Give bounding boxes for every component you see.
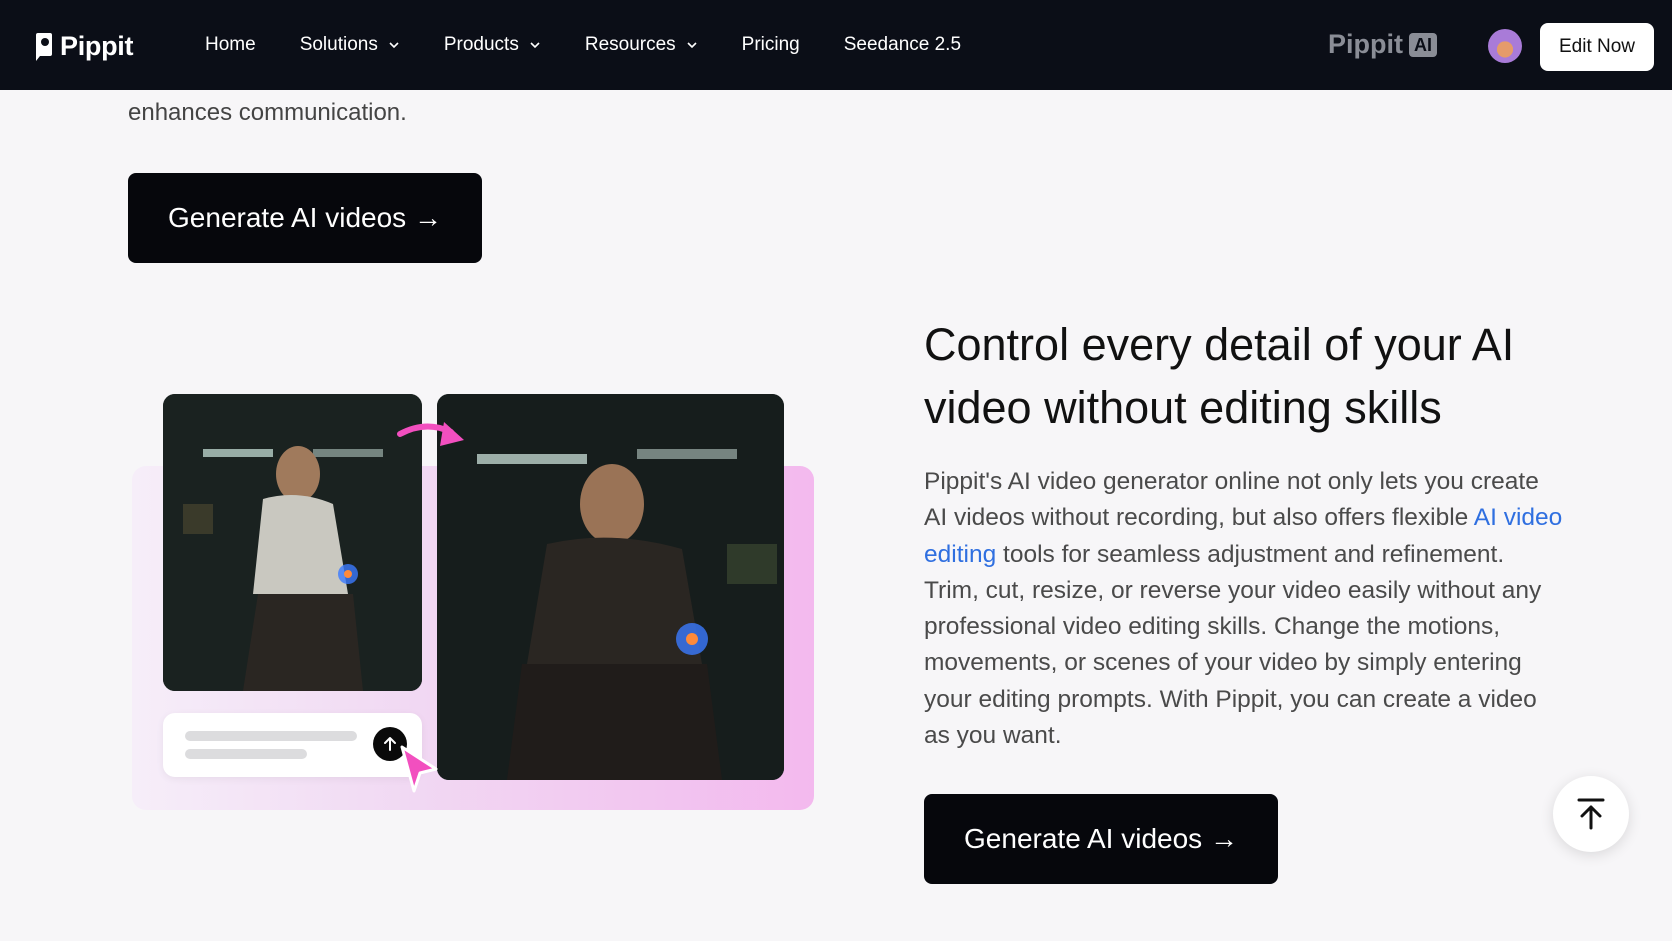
ai-badge: AI	[1409, 32, 1437, 57]
nav-link-label: Seedance 2.5	[843, 34, 962, 55]
nav-link-label: Solutions	[299, 34, 378, 55]
logo-text: Pippit	[60, 31, 134, 61]
description-text: Pippit's AI video generator online not o…	[924, 468, 1539, 532]
video-thumbnail-after	[437, 394, 784, 780]
feature-description: Pippit's AI video generator online not o…	[924, 464, 1564, 754]
chevron-down-icon	[530, 42, 540, 49]
prompt-input-card[interactable]	[163, 713, 422, 777]
nav-link-label: Products	[443, 34, 519, 55]
man-leather-jacket-image	[437, 394, 784, 780]
nav-link-seedance[interactable]: Seedance 2.5	[844, 34, 961, 56]
pippit-logo[interactable]: Pippit	[34, 31, 134, 62]
edit-now-button[interactable]: Edit Now	[1540, 23, 1654, 71]
pippit-ai-brand[interactable]: Pippit AI	[1328, 29, 1437, 60]
brand-right-text: Pippit	[1328, 29, 1403, 59]
chevron-down-icon	[389, 42, 399, 49]
scroll-to-top-button[interactable]	[1553, 776, 1629, 852]
nav-link-solutions[interactable]: Solutions	[300, 34, 400, 56]
top-navbar: Pippit Home Solutions Products Resources…	[0, 0, 1672, 90]
intro-tail-text: enhances communication.	[128, 99, 407, 126]
generate-ai-videos-button[interactable]: Generate AI videos →	[128, 173, 482, 263]
nav-link-products[interactable]: Products	[444, 34, 541, 56]
pippit-logo-icon	[36, 32, 52, 61]
nav-link-home[interactable]: Home	[205, 34, 256, 56]
video-thumbnail-before	[163, 394, 422, 691]
chevron-down-icon	[687, 42, 697, 49]
man-lab-coat-image	[163, 394, 422, 691]
nav-links: Home Solutions Products Resources Pricin…	[205, 0, 1005, 90]
description-text: tools for seamless adjustment and refine…	[924, 540, 1542, 750]
nav-link-label: Resources	[584, 34, 676, 55]
feature-heading: Control every detail of your AI video wi…	[924, 319, 1515, 433]
generate-ai-videos-button-2[interactable]: Generate AI videos →	[924, 794, 1278, 884]
prompt-placeholder-line	[185, 749, 307, 759]
nav-link-pricing[interactable]: Pricing	[742, 34, 800, 56]
avatar[interactable]	[1488, 29, 1522, 63]
nav-link-resources[interactable]: Resources	[585, 34, 698, 56]
prompt-placeholder-line	[185, 731, 357, 741]
nav-link-label: Pricing	[741, 34, 800, 55]
pointer-cursor-icon	[400, 745, 438, 793]
transform-arrow-icon	[397, 422, 464, 446]
nav-link-label: Home	[205, 34, 256, 55]
arrow-up-to-top-icon	[1577, 798, 1605, 830]
